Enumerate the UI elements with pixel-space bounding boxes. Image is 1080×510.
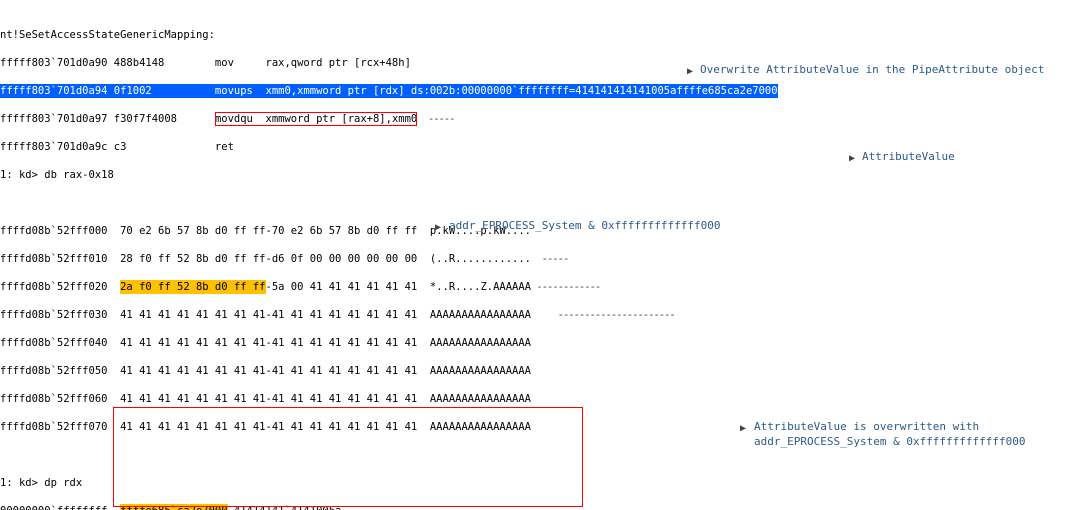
annotation: addr_EPROCESS_System & 0xfffffffffffff00…	[754, 435, 1026, 449]
dash-arrow: ------------	[531, 281, 600, 293]
memdump-row: ffffd08b`52fff030 41 41 41 41 41 41 41 4…	[0, 308, 1080, 322]
arrowhead-icon: ▶	[435, 221, 441, 235]
annotation: Overwrite AttributeValue in the PipeAttr…	[700, 63, 1044, 77]
arrowhead-icon: ▶	[740, 422, 746, 436]
annotation: AttributeValue is overwritten with	[754, 420, 979, 434]
arrowhead-icon: ▶	[687, 65, 693, 79]
dash-arrow: -----	[417, 113, 454, 125]
memdump-row: ffffd08b`52fff040 41 41 41 41 41 41 41 4…	[0, 336, 1080, 350]
disasm-function-label: nt!SeSetAccessStateGenericMapping:	[0, 28, 1080, 42]
current-instruction-highlight: fffff803`701d0a94 0f1002 movups xmm0,xmm…	[0, 84, 778, 98]
dash-arrow: ------------	[341, 505, 416, 510]
attributevalue-before: 2a f0 ff 52 8b d0 ff ff	[120, 280, 265, 294]
memdump-row: ffffd08b`52fff010 28 f0 ff 52 8b d0 ff f…	[0, 252, 1080, 266]
eprocess-addr-highlight: ffffe685`ca2e7000	[120, 504, 227, 510]
disasm-line-highlighted: fffff803`701d0a94 0f1002 movups xmm0,xmm…	[0, 84, 1080, 98]
dash-arrow: ----------------------	[531, 309, 675, 321]
kd-prompt: 1: kd> dp rdx	[0, 476, 1080, 490]
disasm-line: fffff803`701d0a97 f30f7f4008 movdqu xmmw…	[0, 112, 1080, 126]
memdump-row: ffffd08b`52fff020 2a f0 ff 52 8b d0 ff f…	[0, 280, 1080, 294]
annotation: addr_EPROCESS_System & 0xfffffffffffff00…	[449, 219, 721, 233]
memdump-row: ffffd08b`52fff050 41 41 41 41 41 41 41 4…	[0, 364, 1080, 378]
memdump-row: ffffd08b`52fff060 41 41 41 41 41 41 41 4…	[0, 392, 1080, 406]
movdqu-box: movdqu xmmword ptr [rax+8],xmm0	[215, 112, 417, 126]
arrowhead-icon: ▶	[849, 152, 855, 166]
kd-prompt: 1: kd> db rax-0x18	[0, 168, 1080, 182]
debugger-screenshot: nt!SeSetAccessStateGenericMapping: fffff…	[0, 0, 1080, 510]
annotation: AttributeValue	[862, 150, 955, 164]
memdump-row: 00000000`ffffffff ffffe685`ca2e7000 4141…	[0, 504, 1080, 510]
